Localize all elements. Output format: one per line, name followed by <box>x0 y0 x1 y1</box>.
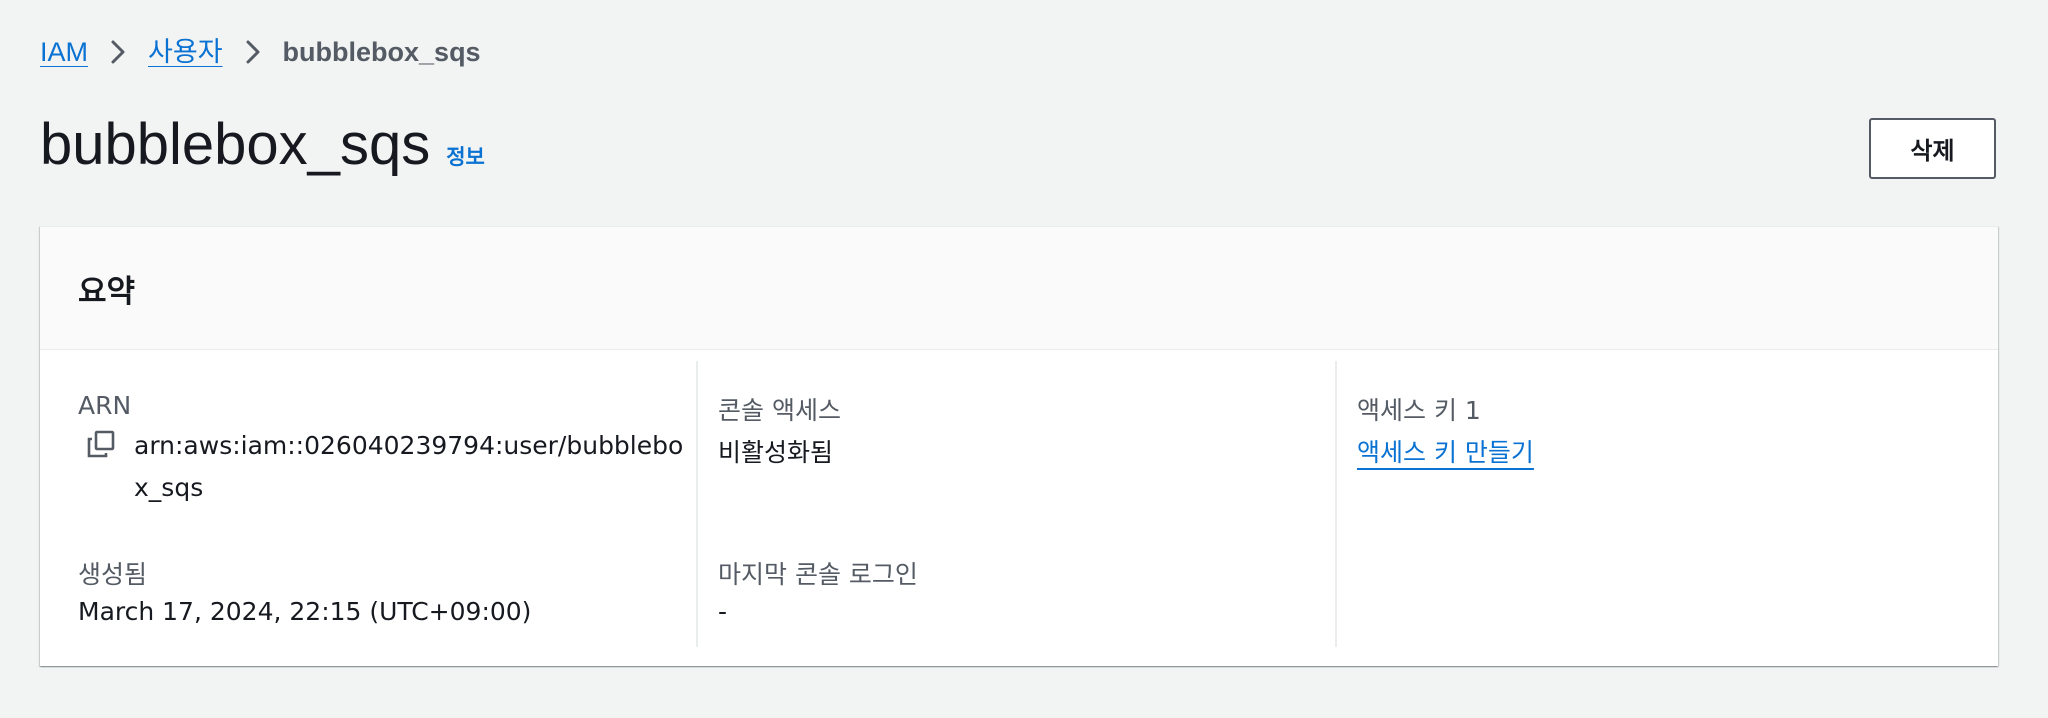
summary-title: 요약 <box>78 273 136 310</box>
arn-value: arn:aws:iam::026040239794:user/bubblebox… <box>134 431 684 502</box>
console-access-value: 비활성화됨 <box>718 438 834 467</box>
summary-column-3: 액세스 키 1 액세스 키 만들기 <box>1337 361 1998 647</box>
chevron-right-icon <box>223 34 283 70</box>
page-header: bubblebox_sqs 정보 <box>40 110 485 180</box>
summary-container: 요약 ARN arn:aws:iam::026040239794:user/bu… <box>40 226 1998 666</box>
created-value: March 17, 2024, 22:15 (UTC+09:00) <box>78 597 532 626</box>
created-label: 생성됨 <box>78 560 148 589</box>
last-console-login-value: - <box>718 597 728 626</box>
console-access-label: 콘솔 액세스 <box>718 396 841 425</box>
breadcrumb: IAM 사용자 bubblebox_sqs <box>40 34 481 70</box>
info-link[interactable]: 정보 <box>446 141 485 171</box>
arn-label: ARN <box>78 391 132 420</box>
summary-column-2: 콘솔 액세스 비활성화됨 마지막 콘솔 로그인 - <box>698 361 1335 647</box>
breadcrumb-current: bubblebox_sqs <box>282 37 481 67</box>
summary-header: 요약 <box>40 227 1998 350</box>
page-title: bubblebox_sqs <box>40 112 431 177</box>
summary-columns: ARN arn:aws:iam::026040239794:user/bubbl… <box>40 361 1998 647</box>
last-console-login-label: 마지막 콘솔 로그인 <box>718 560 918 589</box>
create-access-key-link[interactable]: 액세스 키 만들기 <box>1357 433 1534 469</box>
access-key-label: 액세스 키 1 <box>1357 396 1481 425</box>
arn-value-row: arn:aws:iam::026040239794:user/bubblebox… <box>86 425 694 509</box>
breadcrumb-link-iam[interactable]: IAM <box>40 34 88 70</box>
chevron-right-icon <box>88 34 148 70</box>
breadcrumb-link-users[interactable]: 사용자 <box>148 34 223 70</box>
delete-button[interactable]: 삭제 <box>1869 118 1996 179</box>
copy-icon[interactable] <box>86 429 116 459</box>
summary-column-1: ARN arn:aws:iam::026040239794:user/bubbl… <box>40 361 697 647</box>
